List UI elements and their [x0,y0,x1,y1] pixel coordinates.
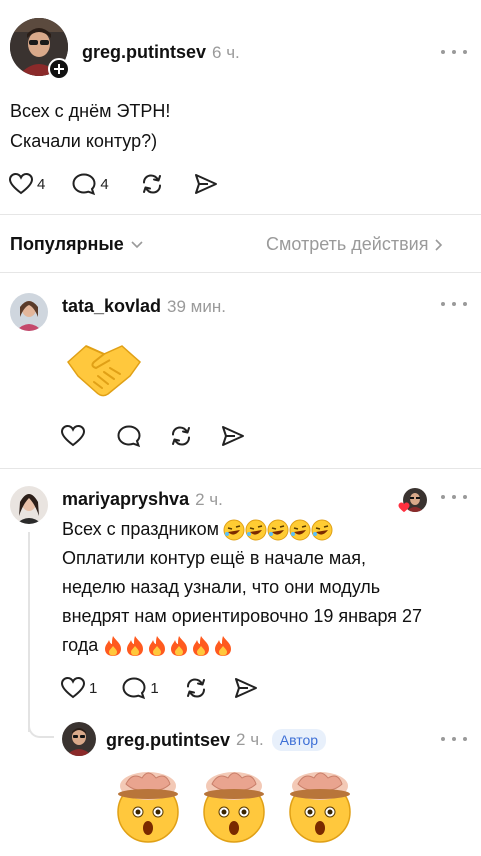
rofl-emoji-icon [311,519,333,540]
heart-icon [60,676,86,699]
heart-icon [8,172,34,195]
fire-emoji-icon [127,635,144,656]
comment-icon [72,173,96,196]
reply-actions: 1 1 [60,676,259,700]
divider [0,214,481,215]
reply-text: Всех с праздником Оплатили контур ещё в … [62,516,478,659]
share-button[interactable] [193,172,219,196]
avatar-photo [62,722,96,756]
reply-username[interactable]: greg.putintsev [106,730,230,751]
like-button[interactable]: 4 [8,172,45,196]
post-more-button[interactable] [441,46,467,58]
reply-username[interactable]: tata_kovlad [62,296,161,317]
post-actions: 4 4 [8,172,219,196]
post-time: 6 ч. [212,43,240,62]
rofl-emoji-group [223,519,333,541]
avatar[interactable] [62,722,96,756]
avatar-photo [10,293,48,331]
like-count: 1 [89,679,98,697]
comment-count: 1 [150,679,159,697]
send-icon [194,174,217,194]
sort-dropdown[interactable]: Популярные [10,234,144,255]
chevron-down-icon [131,240,143,248]
reply-text-line: Всех с праздником [62,519,220,539]
rofl-emoji-icon [223,519,245,540]
divider [0,272,481,273]
share-button[interactable] [233,676,259,700]
sort-label: Популярные [10,234,124,254]
post-username[interactable]: greg.putintsev [82,42,206,63]
rofl-emoji-icon [245,519,267,540]
chevron-right-icon [435,238,443,251]
handshake-emoji [64,336,144,403]
exploding-head-icon [117,772,179,843]
fire-emoji-icon [149,635,166,656]
reply-text-row: года [62,632,478,659]
plus-icon [54,64,64,74]
handshake-icon [66,345,142,397]
reply-more-button[interactable] [441,491,467,503]
share-button[interactable] [220,424,246,448]
fire-emoji-icon [193,635,210,656]
reply-more-button[interactable] [441,733,467,745]
heart-icon [60,424,86,447]
post-header: greg.putintsev 6 ч. [82,42,240,63]
follow-plus-button[interactable] [48,58,70,80]
fire-emoji-icon [215,635,232,656]
exploding-head-emoji-group [108,764,360,844]
comment-count: 4 [100,175,109,193]
comment-button[interactable]: 1 [121,676,159,700]
comment-button[interactable] [116,424,142,448]
repost-button[interactable] [139,172,165,196]
repost-button[interactable] [168,424,194,448]
reply-more-button[interactable] [441,298,467,310]
reply-text-line: внедрят нам ориентировочно 19 января 27 [62,606,423,626]
avatar[interactable] [10,293,48,331]
fire-emoji-icon [105,635,122,656]
exploding-head-icon [289,772,351,843]
repost-button[interactable] [183,676,209,700]
divider [0,468,481,469]
author-badge: Автор [271,729,327,751]
thread-line-corner [28,722,54,738]
comment-button[interactable]: 4 [71,172,109,196]
avatar-photo [10,486,48,524]
fire-emoji-icon [171,635,188,656]
reply-time: 39 мин. [167,297,226,316]
post-text-line: Всех с днём ЭТРН! [10,101,171,121]
view-actions-label: Смотреть действия [266,234,429,254]
view-actions-link[interactable]: Смотреть действия [266,234,444,255]
reply-username[interactable]: mariyapryshva [62,489,189,510]
reply-text-line: года [62,635,99,655]
reply-time: 2 ч. [195,490,223,509]
rofl-emoji-icon [289,519,311,540]
repost-icon [186,678,205,698]
fire-emoji-group [102,635,234,657]
post-text: Всех с днём ЭТРН! Скачали контур?) [10,98,450,155]
reply-time: 2 ч. [236,730,264,749]
avatar[interactable] [10,486,48,524]
like-button[interactable] [60,424,86,448]
comment-icon [122,677,146,700]
like-button[interactable]: 1 [60,676,97,700]
reply-text-line: Оплатили контур ещё в начале мая, [62,548,366,568]
repost-icon [172,426,190,446]
like-count: 4 [37,175,46,193]
reply-text-row: Всех с праздником [62,516,478,543]
heart-filled-icon [398,502,410,513]
reply-header: greg.putintsev 2 ч. Автор [106,729,327,751]
reply-header: mariyapryshva 2 ч. [62,489,223,510]
rofl-emoji-icon [267,519,289,540]
repost-icon [142,174,161,194]
thread-line [28,532,30,732]
reply-text-line: неделю назад узнали, что они модуль [62,577,381,597]
send-icon [234,678,257,698]
send-icon [222,426,244,446]
exploding-head-icon [203,772,265,843]
reply-actions [60,424,246,448]
reply-header: tata_kovlad 39 мин. [62,296,226,317]
comment-icon [117,425,141,448]
post-text-line: Скачали контур?) [10,131,158,151]
